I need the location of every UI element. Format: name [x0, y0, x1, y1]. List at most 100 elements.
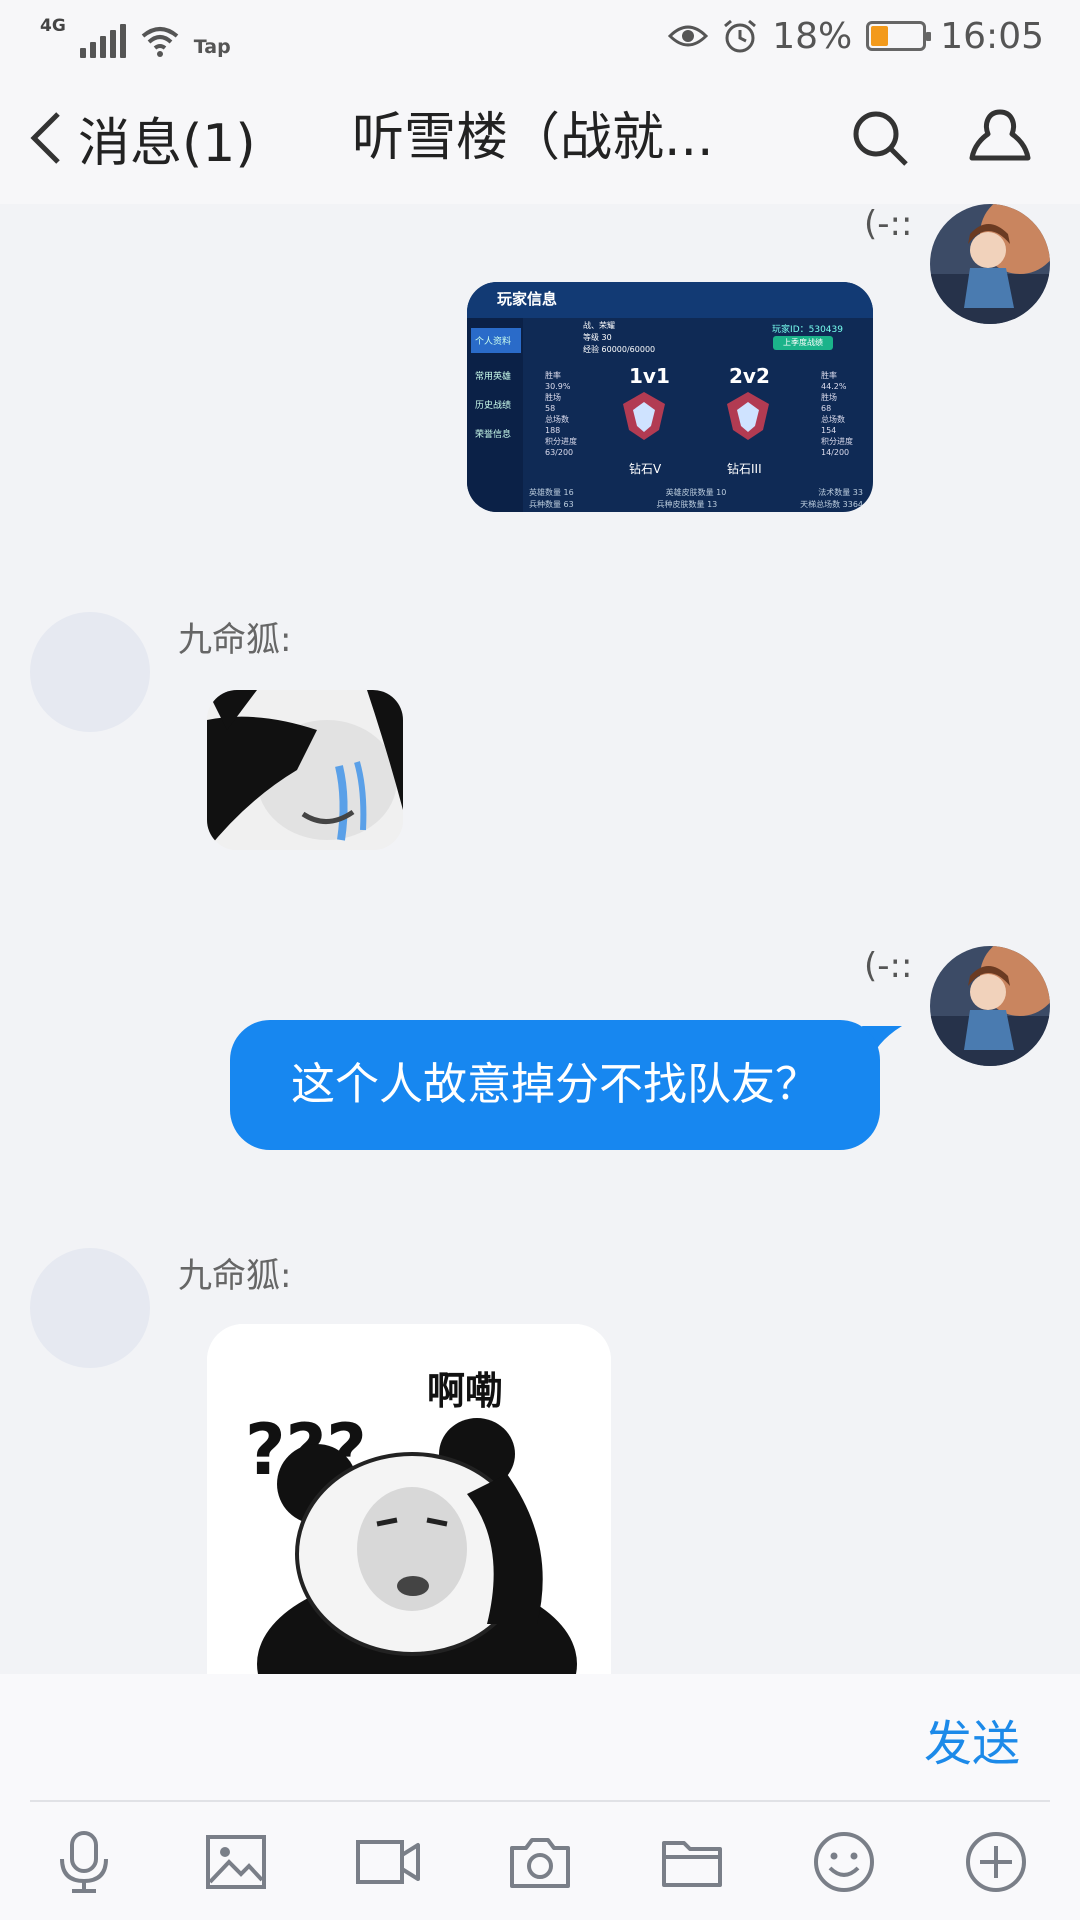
- video-button[interactable]: [350, 1824, 426, 1900]
- wifi-icon: [141, 27, 179, 57]
- stat: 63/200: [545, 448, 574, 457]
- alarm-icon: [724, 19, 757, 53]
- group-profile-icon: [969, 109, 1031, 161]
- file-button[interactable]: [654, 1824, 730, 1900]
- game-card-footer-row: 兵种数量 63 兵种皮肤数量 13 天梯总场数 3364: [529, 499, 863, 510]
- stat: 68: [821, 404, 832, 413]
- my-avatar[interactable]: [930, 946, 1050, 1066]
- status-bar: 4G Tap 18% 16:05: [0, 0, 1080, 72]
- sticker-caption: 啊嘞: [427, 1369, 504, 1413]
- stat: 58: [545, 404, 556, 413]
- image-icon: [206, 1835, 266, 1889]
- game-card-tab: 常用英雄: [475, 372, 512, 382]
- stat: 积分进度: [545, 437, 577, 446]
- confused-panda-sticker[interactable]: ??? 啊嘞: [207, 1324, 611, 1674]
- back-button[interactable]: 消息(1): [28, 102, 256, 174]
- sender-avatar[interactable]: [30, 1248, 150, 1368]
- emoji-button[interactable]: [806, 1824, 882, 1900]
- status-left: 4G Tap: [40, 14, 231, 58]
- mode2-name: 2v2: [729, 364, 770, 388]
- game-card-button: 上季度战绩: [773, 336, 833, 350]
- video-icon: [356, 1840, 420, 1884]
- my-avatar[interactable]: [930, 204, 1050, 324]
- back-label: 消息(1): [78, 113, 256, 174]
- network-type: 4G: [40, 16, 66, 36]
- footer-stat: 法术数量 33: [818, 488, 863, 497]
- info-line: 经验 60000/60000: [583, 345, 656, 354]
- mode1-name: 1v1: [629, 364, 670, 388]
- avatar-image: [930, 204, 1050, 324]
- sticker-image: ???: [207, 1324, 611, 1674]
- message-input-area[interactable]: 发送: [0, 1674, 1080, 1804]
- stat: 30.9%: [545, 382, 571, 391]
- stat: 44.2%: [821, 382, 847, 391]
- stat: 胜率: [545, 371, 561, 380]
- stat: 14/200: [821, 448, 850, 457]
- game-card-tab: 个人资料: [471, 328, 521, 353]
- message-bubble[interactable]: 这个人故意掉分不找队友？: [230, 1020, 880, 1150]
- eye-icon: [668, 25, 709, 47]
- stat: 胜率: [821, 371, 837, 380]
- mode2-rank: 钻石III: [727, 462, 762, 476]
- stat: 总场数: [821, 415, 845, 424]
- chat-title: 听雪楼（战就...: [352, 108, 714, 168]
- search-icon: [853, 111, 908, 166]
- mode1-rank: 钻石V: [629, 462, 662, 476]
- game-card-title: 玩家信息: [497, 290, 558, 308]
- group-profile-button[interactable]: [962, 100, 1038, 176]
- image-button[interactable]: [198, 1824, 274, 1900]
- footer-stat: 兵种数量 63: [529, 500, 574, 509]
- stat: 胜场: [821, 393, 837, 402]
- stat: 积分进度: [821, 437, 853, 446]
- status-right: 18% 16:05: [668, 10, 1044, 62]
- stat: 胜场: [545, 393, 561, 402]
- chat-messages[interactable]: (-:: 玩家信息 个人资料 常用英雄 历史战绩 荣誉信息 战、荣耀 等级 30…: [0, 204, 1080, 1674]
- member-tag: (-::: [864, 204, 913, 244]
- member-tag: (-::: [864, 946, 913, 986]
- game-card-tabs: 个人资料 常用英雄 历史战绩 荣誉信息: [467, 318, 523, 512]
- input-toolbar: [0, 1802, 1080, 1920]
- info-line: 等级 30: [583, 333, 612, 342]
- battery-percent: 18%: [772, 15, 853, 57]
- game-card-tab: 历史战绩: [475, 401, 512, 411]
- footer-stat: 英雄数量 16: [529, 488, 574, 497]
- more-button[interactable]: [958, 1824, 1034, 1900]
- clock: 16:05: [940, 15, 1044, 57]
- game-card-player-info: 战、荣耀 等级 30 经验 60000/60000: [583, 320, 655, 356]
- footer-stat: 天梯总场数 3364: [800, 500, 863, 509]
- folder-icon: [662, 1841, 722, 1887]
- sticker-image: [207, 690, 403, 850]
- sender-avatar[interactable]: [30, 612, 150, 732]
- voice-button[interactable]: [46, 1824, 122, 1900]
- rank-medal-icon: [623, 392, 665, 440]
- footer-stat: 英雄皮肤数量 10: [665, 488, 727, 497]
- sender-name: 九命狐:: [178, 1256, 292, 1296]
- battery-icon: [866, 21, 932, 51]
- stat: 总场数: [545, 415, 569, 424]
- battery-fill: [871, 26, 889, 46]
- plus-icon: [966, 1832, 1026, 1892]
- info-line: 战、荣耀: [583, 321, 615, 330]
- mode2-stats: 胜率 44.2% 胜场 68 总场数 154 积分进度 14/200: [821, 370, 853, 458]
- footer-stat: 兵种皮肤数量 13: [656, 500, 718, 509]
- stat: 188: [545, 426, 561, 435]
- game-card-footer-row: 英雄数量 16 英雄皮肤数量 10 法术数量 33: [529, 487, 863, 498]
- crying-panda-sticker[interactable]: [207, 690, 403, 850]
- back-icon: [30, 112, 60, 164]
- send-button[interactable]: 发送: [924, 1704, 1020, 1774]
- game-card-player-id: 玩家ID：530439: [772, 325, 843, 335]
- rank-medal-icon: [727, 392, 769, 440]
- avatar-image: [930, 946, 1050, 1066]
- signal-icon: [79, 22, 126, 58]
- wifi-label: Tap: [193, 36, 231, 58]
- sender-name: 九命狐:: [178, 620, 292, 660]
- stat: 154: [821, 426, 837, 435]
- camera-icon: [510, 1838, 570, 1888]
- search-button[interactable]: [842, 100, 918, 176]
- emoji-icon: [814, 1832, 874, 1892]
- game-card-tab: 荣誉信息: [475, 430, 512, 440]
- chat-header: 消息(1) 听雪楼（战就...: [0, 72, 1080, 204]
- microphone-icon: [60, 1831, 108, 1893]
- game-stats-image[interactable]: 玩家信息 个人资料 常用英雄 历史战绩 荣誉信息 战、荣耀 等级 30 经验 6…: [467, 282, 873, 512]
- camera-button[interactable]: [502, 1824, 578, 1900]
